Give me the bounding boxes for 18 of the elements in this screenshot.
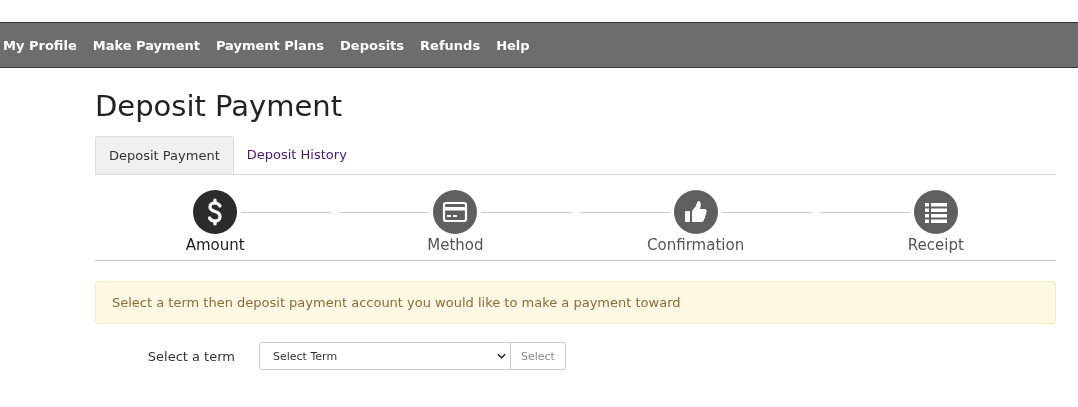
nav-link[interactable]: Deposits	[340, 37, 405, 53]
select-button[interactable]: Select	[511, 342, 566, 370]
nav-link[interactable]: My Profile	[3, 37, 77, 53]
field-label: Select a term	[146, 348, 236, 364]
nav-link[interactable]: Refunds	[420, 37, 481, 53]
nav-link[interactable]: Payment Plans	[215, 37, 325, 53]
nav-link[interactable]: Help	[496, 37, 530, 53]
tab[interactable]: Deposit Payment	[95, 136, 234, 174]
step-label: Receipt	[907, 236, 964, 254]
tab[interactable]: Deposit History	[233, 136, 360, 174]
alert-text: Select a term then deposit payment account you would like to make a payment toward	[112, 295, 681, 310]
chevron-down-icon	[497, 353, 506, 359]
step-label: Method	[427, 236, 484, 254]
term-select[interactable]: Select Term	[259, 342, 511, 370]
step-label: Amount	[185, 236, 245, 254]
nav-link[interactable]: Make Payment	[92, 37, 200, 53]
page-title: Deposit Payment	[95, 88, 344, 124]
step-label: Confirmation	[647, 236, 745, 254]
